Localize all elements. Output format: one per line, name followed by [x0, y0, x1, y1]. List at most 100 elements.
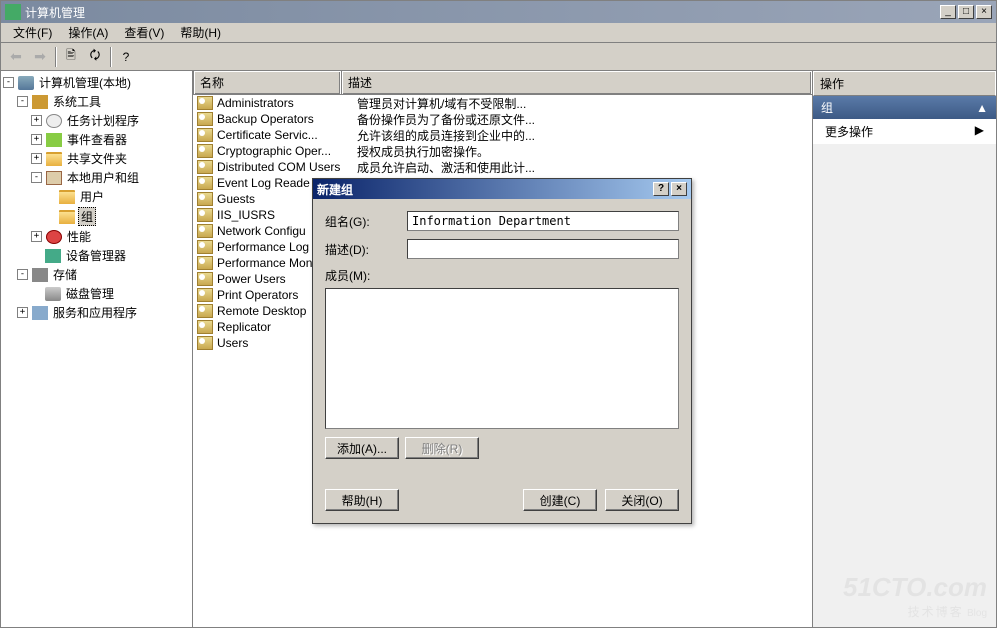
tool-help-button[interactable]: ?: [115, 46, 137, 68]
close-button[interactable]: 关闭(O): [605, 489, 679, 511]
tree-label: 共享文件夹: [65, 150, 129, 167]
tree-local-users-groups[interactable]: - 本地用户和组: [3, 168, 190, 187]
tree-toggle-icon[interactable]: -: [31, 172, 42, 183]
maximize-button[interactable]: □: [958, 5, 974, 19]
dialog-help-button[interactable]: ?: [653, 182, 669, 196]
list-row[interactable]: Administrators管理员对计算机/域有不受限制...: [193, 95, 812, 111]
tree-label: 任务计划程序: [65, 112, 141, 129]
group-icon: [197, 112, 213, 126]
tree-groups[interactable]: 组: [3, 206, 190, 227]
create-button[interactable]: 创建(C): [523, 489, 597, 511]
tree-label: 事件查看器: [65, 131, 129, 148]
remove-button[interactable]: 删除(R): [405, 437, 479, 459]
tree-label: 本地用户和组: [65, 169, 141, 186]
folder-icon: [59, 190, 75, 204]
actions-header: 操作: [813, 71, 996, 96]
row-desc: 管理员对计算机/域有不受限制...: [357, 95, 808, 112]
group-name-label: 组名(G):: [325, 213, 407, 230]
group-name-row: 组名(G):: [325, 211, 679, 231]
members-listbox[interactable]: [325, 288, 679, 429]
nav-back-button[interactable]: ⬅: [5, 46, 27, 68]
nav-forward-button[interactable]: ➡: [29, 46, 51, 68]
menu-file[interactable]: 文件(F): [5, 22, 60, 43]
row-desc: 授权成员执行加密操作。: [357, 143, 808, 160]
row-name: Administrators: [217, 96, 357, 110]
tool-action-button[interactable]: 🖹: [60, 46, 82, 68]
actions-section-label: 组: [821, 99, 833, 116]
tree-label-selected: 组: [78, 207, 96, 226]
menu-view[interactable]: 查看(V): [116, 22, 172, 43]
tree-toggle-icon[interactable]: +: [31, 134, 42, 145]
actions-section[interactable]: 组 ▲: [813, 96, 996, 119]
device-icon: [45, 249, 61, 263]
tree-label: 服务和应用程序: [51, 304, 139, 321]
list-row[interactable]: Distributed COM Users成员允许启动、激活和使用此计...: [193, 159, 812, 175]
group-icon: [197, 176, 213, 190]
group-icon: [197, 160, 213, 174]
help-button[interactable]: 帮助(H): [325, 489, 399, 511]
tree-device-manager[interactable]: 设备管理器: [3, 246, 190, 265]
window-close-button[interactable]: ×: [976, 5, 992, 19]
menu-action[interactable]: 操作(A): [60, 22, 116, 43]
watermark-blog: Blog: [967, 608, 987, 619]
menubar: 文件(F) 操作(A) 查看(V) 帮助(H): [1, 23, 996, 43]
minimize-button[interactable]: _: [940, 5, 956, 19]
computer-icon: [18, 76, 34, 90]
group-icon: [197, 192, 213, 206]
dialog-close-button[interactable]: ×: [671, 182, 687, 196]
tree-toggle-icon[interactable]: +: [17, 307, 28, 318]
tree-system-tools[interactable]: - 系统工具: [3, 92, 190, 111]
description-input[interactable]: [407, 239, 679, 259]
expand-arrow-icon: ▶: [975, 123, 984, 140]
dialog-titlebar[interactable]: 新建组 ? ×: [313, 179, 691, 199]
column-desc[interactable]: 描述: [341, 71, 812, 94]
tool-refresh-button[interactable]: 🗘: [84, 46, 106, 68]
tree-storage[interactable]: - 存储: [3, 265, 190, 284]
row-name: Cryptographic Oper...: [217, 144, 357, 158]
group-icon: [197, 272, 213, 286]
list-row[interactable]: Backup Operators备份操作员为了备份或还原文件...: [193, 111, 812, 127]
tree-root[interactable]: - 计算机管理(本地): [3, 73, 190, 92]
tree-services-apps[interactable]: + 服务和应用程序: [3, 303, 190, 322]
tree-toggle-icon[interactable]: +: [31, 231, 42, 242]
tree-toggle-icon[interactable]: -: [3, 77, 14, 88]
dialog-footer-right: 创建(C) 关闭(O): [523, 489, 679, 511]
tools-icon: [32, 95, 48, 109]
disk-icon: [45, 287, 61, 301]
action-icon: 🖹: [66, 46, 76, 67]
tree-toggle-icon[interactable]: +: [31, 153, 42, 164]
tree-performance[interactable]: + 性能: [3, 227, 190, 246]
actions-more[interactable]: 更多操作 ▶: [813, 119, 996, 144]
group-icon: [197, 208, 213, 222]
row-name: Certificate Servic...: [217, 128, 357, 142]
tree-toggle-icon[interactable]: +: [31, 115, 42, 126]
actions-panel: 操作 组 ▲ 更多操作 ▶: [813, 71, 996, 627]
tree-users[interactable]: 用户: [3, 187, 190, 206]
list-row[interactable]: Certificate Servic...允许该组的成员连接到企业中的...: [193, 127, 812, 143]
services-icon: [32, 306, 48, 320]
row-name: Backup Operators: [217, 112, 357, 126]
row-name: Distributed COM Users: [217, 160, 357, 174]
list-header: 名称 描述: [193, 71, 812, 95]
members-label: 成员(M):: [325, 267, 407, 284]
menu-help[interactable]: 帮助(H): [172, 22, 229, 43]
tree-panel: - 计算机管理(本地) - 系统工具 + 任务计划程序 + 事件查看器: [1, 71, 193, 627]
add-button[interactable]: 添加(A)...: [325, 437, 399, 459]
list-row[interactable]: Cryptographic Oper...授权成员执行加密操作。: [193, 143, 812, 159]
watermark-small: 技术博客: [908, 605, 964, 619]
tree-event-viewer[interactable]: + 事件查看器: [3, 130, 190, 149]
group-name-input[interactable]: [407, 211, 679, 231]
group-icon: [197, 224, 213, 238]
tree-shared-folders[interactable]: + 共享文件夹: [3, 149, 190, 168]
description-row: 描述(D):: [325, 239, 679, 259]
members-label-row: 成员(M):: [325, 267, 679, 284]
scheduler-icon: [46, 114, 62, 128]
tree-toggle-icon[interactable]: -: [17, 269, 28, 280]
group-icon: [197, 336, 213, 350]
tree-label: 计算机管理(本地): [37, 74, 133, 91]
tree-disk-management[interactable]: 磁盘管理: [3, 284, 190, 303]
tree-toggle-icon[interactable]: -: [17, 96, 28, 107]
tree-label: 磁盘管理: [64, 285, 116, 302]
tree-task-scheduler[interactable]: + 任务计划程序: [3, 111, 190, 130]
column-name[interactable]: 名称: [193, 71, 341, 94]
